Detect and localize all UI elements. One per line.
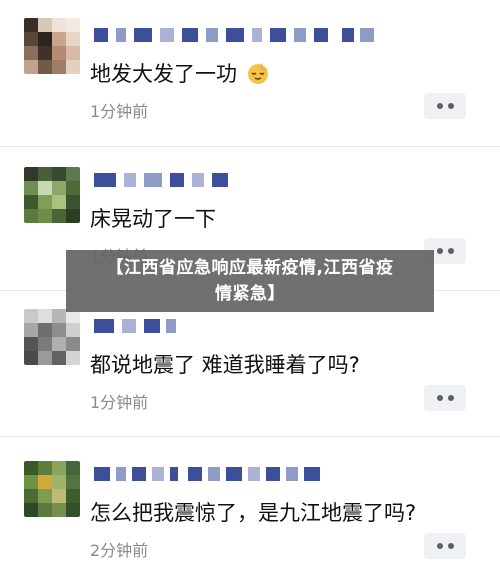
comment-text: 床晃动了一下	[90, 207, 216, 231]
username-blurred[interactable]	[94, 317, 384, 335]
timestamp: 1分钟前	[90, 393, 149, 412]
timestamp: 1分钟前	[90, 102, 149, 121]
username-blurred[interactable]	[94, 465, 384, 483]
avatar[interactable]	[24, 167, 80, 223]
comment-text: 都说地震了 难道我睡着了吗?	[90, 353, 360, 377]
avatar[interactable]	[24, 461, 80, 517]
comment-text-content: 地发大发了一功	[90, 62, 237, 86]
dot-icon	[447, 395, 454, 401]
comment-item: 怎么把我震惊了，是九江地震了吗? 2分钟前	[0, 437, 500, 566]
dot-icon	[436, 395, 443, 401]
comment-text: 地发大发了一功	[90, 58, 270, 88]
avatar[interactable]	[24, 309, 80, 365]
more-options-button[interactable]	[424, 93, 466, 119]
timestamp: 2分钟前	[90, 541, 149, 560]
dot-icon	[436, 543, 443, 549]
more-options-button[interactable]	[424, 385, 466, 411]
more-options-button[interactable]	[424, 533, 466, 559]
comment-list-page: 地发大发了一功 1分钟前 床晃动了一下 都说地震了 难道我睡着了吗? 1分钟前 …	[0, 0, 500, 566]
avatar[interactable]	[24, 18, 80, 74]
headline-line-1: 【江西省应急响应最新疫情,江西省疫	[106, 258, 394, 278]
comment-text: 怎么把我震惊了，是九江地震了吗?	[90, 501, 417, 525]
dot-icon	[447, 543, 454, 549]
dot-icon	[447, 103, 454, 109]
headline-line-2: 情紧急】	[215, 284, 285, 304]
dot-icon	[436, 103, 443, 109]
sleepy-moon-icon	[247, 63, 268, 84]
username-blurred[interactable]	[94, 171, 384, 189]
comment-item: 地发大发了一功 1分钟前	[0, 0, 500, 150]
comment-item: 都说地震了 难道我睡着了吗? 1分钟前	[0, 291, 500, 441]
username-blurred[interactable]	[94, 26, 384, 44]
dot-icon	[447, 248, 454, 254]
dot-icon	[436, 248, 443, 254]
headline-banner: 【江西省应急响应最新疫情,江西省疫 情紧急】	[66, 250, 434, 312]
